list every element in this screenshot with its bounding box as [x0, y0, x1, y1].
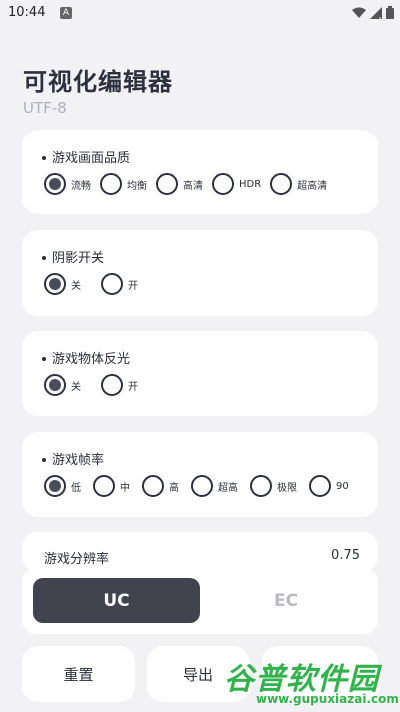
radio-option[interactable]: 高 — [142, 475, 179, 497]
watermark-url: www.gupuxiazai.com — [256, 692, 399, 706]
section-label-resolution: 游戏分辨率 — [44, 552, 110, 567]
radio-option[interactable]: HDR — [212, 173, 261, 195]
bullet-icon — [42, 155, 46, 160]
radio-option[interactable]: 90 — [309, 475, 349, 497]
section-card-reflection: 游戏物体反光 关 开 — [22, 331, 378, 416]
radio-icon[interactable] — [309, 475, 331, 497]
radio-icon[interactable] — [212, 173, 234, 195]
radio-icon[interactable] — [191, 475, 213, 497]
mode-toggle: UC EC — [22, 568, 378, 634]
section-label: 阴影开关 — [42, 247, 104, 266]
radio-icon[interactable] — [93, 475, 115, 497]
page-subtitle: UTF-8 — [23, 99, 67, 117]
section-label: 游戏画面品质 — [42, 147, 130, 166]
wifi-icon — [352, 7, 366, 18]
radio-icon[interactable] — [156, 173, 178, 195]
radio-icon[interactable] — [101, 374, 123, 396]
status-bar: 10:44 A — [0, 0, 400, 28]
page-title: 可视化编辑器 — [23, 68, 173, 96]
radio-option[interactable]: 中 — [93, 475, 130, 497]
radio-option[interactable]: 高清 — [156, 173, 203, 195]
resolution-value: 0.75 — [331, 548, 360, 563]
section-card-shadow: 阴影开关 关 开 — [22, 230, 378, 316]
bullet-icon — [42, 457, 46, 462]
signal-icon — [370, 6, 382, 19]
section-label: 游戏物体反光 — [42, 348, 130, 367]
status-time: 10:44 — [8, 5, 46, 20]
mode-ec-button[interactable]: EC — [206, 578, 366, 623]
section-label: 游戏帧率 — [42, 449, 104, 468]
radio-option[interactable]: 极限 — [250, 475, 297, 497]
section-card-framerate: 游戏帧率 低 中 高 超高 极限 90 — [22, 432, 378, 517]
radio-option[interactable]: 流畅 — [44, 173, 91, 195]
radio-group-reflection: 关 开 — [44, 374, 138, 396]
bullet-icon — [42, 356, 46, 361]
radio-group-shadow: 关 开 — [44, 273, 138, 295]
radio-option[interactable]: 超高 — [191, 475, 238, 497]
radio-group-quality: 流畅 均衡 高清 HDR 超高清 — [44, 173, 327, 195]
radio-icon[interactable] — [270, 173, 293, 195]
radio-option[interactable]: 开 — [101, 273, 138, 295]
section-card-quality: 游戏画面品质 流畅 均衡 高清 HDR 超高清 — [22, 130, 378, 214]
reset-button[interactable]: 重置 — [22, 646, 135, 702]
watermark-logo: 谷普软件园 www.gupuxiazai.com — [218, 654, 399, 710]
radio-selected-icon[interactable] — [44, 475, 66, 497]
notification-icon: A — [60, 7, 72, 19]
bullet-icon — [42, 255, 46, 260]
radio-selected-icon[interactable] — [44, 273, 66, 295]
radio-option[interactable]: 关 — [44, 374, 81, 396]
radio-option[interactable]: 开 — [101, 374, 138, 396]
mode-uc-button[interactable]: UC — [33, 578, 200, 623]
battery-icon — [386, 6, 394, 19]
radio-icon[interactable] — [100, 173, 122, 195]
radio-option[interactable]: 均衡 — [100, 173, 147, 195]
radio-option[interactable]: 超高清 — [270, 173, 327, 195]
radio-selected-icon[interactable] — [44, 374, 66, 396]
radio-group-framerate: 低 中 高 超高 极限 90 — [44, 475, 349, 497]
radio-icon[interactable] — [101, 273, 123, 295]
radio-icon[interactable] — [142, 475, 164, 497]
radio-icon[interactable] — [250, 475, 272, 497]
radio-option[interactable]: 低 — [44, 475, 81, 497]
radio-selected-icon[interactable] — [44, 173, 66, 195]
status-icons — [352, 6, 394, 19]
radio-option[interactable]: 关 — [44, 273, 81, 295]
